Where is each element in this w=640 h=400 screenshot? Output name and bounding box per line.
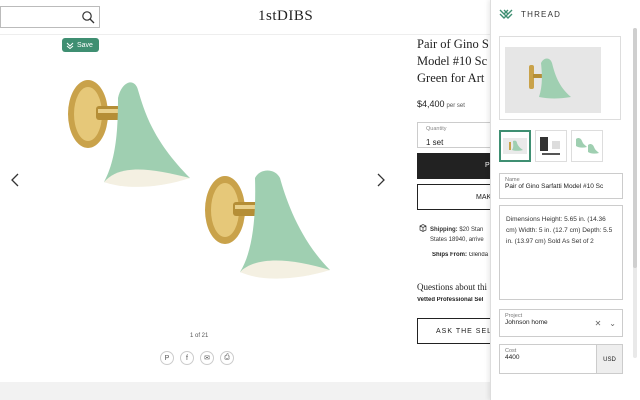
product-title: Pair of Gino S Model #10 Sc Green for Ar… [417, 37, 489, 85]
bookmark-icon [66, 42, 74, 49]
ask-seller-button[interactable]: ASK THE SELL [417, 318, 497, 344]
thread-cost-field[interactable]: Cost 4400 USD [499, 344, 623, 374]
thread-description-field[interactable]: Dimensions Height: 5.65 in. (14.36 cm) W… [499, 205, 623, 300]
thread-thumbnails [499, 130, 603, 162]
thread-name-field[interactable]: Name Pair of Gino Sarfatti Model #10 Sc [499, 173, 623, 199]
thread-header: THREAD [499, 8, 561, 20]
search-icon[interactable] [81, 10, 95, 24]
chevron-down-icon[interactable]: ⌄ [609, 319, 616, 328]
thread-project-select[interactable]: Project Johnson home ✕ ⌄ [499, 309, 623, 337]
facebook-icon[interactable]: f [180, 351, 194, 365]
purchase-button[interactable]: P [417, 153, 497, 179]
make-offer-button[interactable]: MAK [417, 184, 497, 210]
next-image-chevron-icon[interactable] [376, 172, 386, 188]
thread-panel: THREAD Name Pair of Gino Sarfatti Model … [490, 0, 640, 400]
save-label: Save [77, 41, 93, 49]
image-counter: 1 of 21 [190, 333, 209, 339]
thumbnail-1[interactable] [499, 130, 531, 162]
clear-icon[interactable]: ✕ [595, 319, 602, 328]
quantity-select[interactable]: Quantity 1 set [417, 122, 497, 148]
page: 1stDIBS Save 1 of 21 P f ✉ ⎙ Pair of Gin… [0, 0, 640, 400]
thumbnail-2[interactable] [535, 130, 567, 162]
share-buttons: P f ✉ ⎙ [160, 351, 234, 365]
product-price: $4,400 per set [417, 99, 465, 109]
print-icon[interactable]: ⎙ [220, 351, 234, 365]
prev-image-chevron-icon[interactable] [10, 172, 20, 188]
vetted-seller-label: Vetted Professional Sel [417, 297, 484, 303]
lamp-preview [529, 58, 571, 99]
thread-main-image [499, 36, 621, 120]
thumbnail-3[interactable] [571, 130, 603, 162]
save-button[interactable]: Save [62, 38, 99, 52]
thread-brand: THREAD [521, 9, 562, 19]
shipping-info: Shipping: $20 Stan States 18940, arrive [419, 224, 497, 245]
lamp-right [205, 170, 330, 279]
scrollbar-thumb[interactable] [633, 28, 637, 268]
package-icon [419, 224, 427, 232]
ships-from: Ships From: Glenda [432, 252, 489, 258]
questions-heading: Questions about thi [417, 282, 487, 292]
lamp-left [68, 80, 190, 187]
site-logo[interactable]: 1stDIBS [258, 8, 313, 25]
email-icon[interactable]: ✉ [200, 351, 214, 365]
currency-select[interactable]: USD [596, 345, 622, 373]
thread-logo-icon [499, 9, 513, 19]
pinterest-icon[interactable]: P [160, 351, 174, 365]
product-image[interactable] [40, 60, 370, 330]
thread-scrollbar[interactable] [633, 28, 637, 358]
search-input[interactable] [0, 6, 100, 28]
